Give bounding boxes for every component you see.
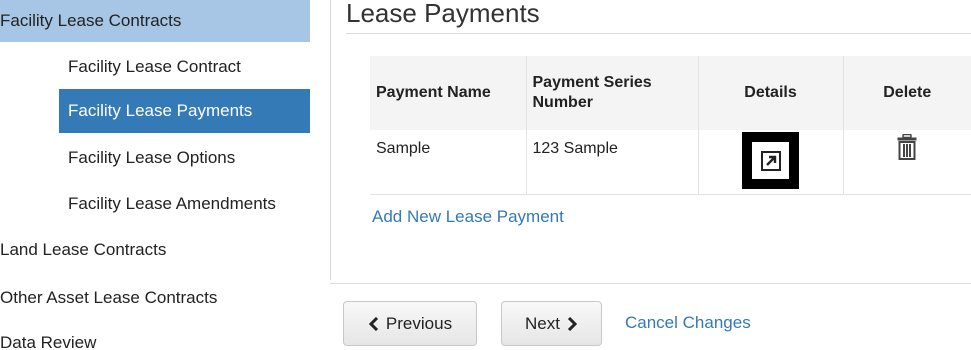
sidebar-nav: Facility Lease Contracts Facility Lease … xyxy=(0,0,320,350)
column-header-payment-series-number: Payment Series Number xyxy=(526,56,699,130)
sidebar-item-facility-lease-contract[interactable]: Facility Lease Contract xyxy=(68,57,241,77)
sidebar-item-other-asset-lease-contracts[interactable]: Other Asset Lease Contracts xyxy=(0,288,217,308)
page-title: Lease Payments xyxy=(346,0,540,28)
trash-icon xyxy=(897,133,917,160)
sidebar-divider xyxy=(330,0,331,280)
next-button-label: Next xyxy=(525,313,560,333)
sidebar-item-data-review[interactable]: Data Review xyxy=(0,333,96,350)
sidebar-item-facility-lease-amendments[interactable]: Facility Lease Amendments xyxy=(68,194,276,214)
chevron-right-icon xyxy=(567,316,578,331)
delete-button[interactable] xyxy=(897,133,917,165)
sidebar-item-facility-lease-options[interactable]: Facility Lease Options xyxy=(68,148,235,168)
sidebar-item-land-lease-contracts[interactable]: Land Lease Contracts xyxy=(0,240,166,260)
next-button[interactable]: Next xyxy=(501,301,602,346)
external-link-icon xyxy=(752,142,789,179)
previous-button[interactable]: Previous xyxy=(343,301,477,346)
table-row: Sample 123 Sample xyxy=(370,130,971,195)
column-header-delete: Delete xyxy=(843,56,971,130)
cell-payment-series: 123 Sample xyxy=(526,130,699,195)
sidebar-item-facility-lease-payments[interactable]: Facility Lease Payments xyxy=(59,89,310,133)
cell-details xyxy=(698,130,844,195)
column-header-details: Details xyxy=(698,56,844,130)
chevron-left-icon xyxy=(368,316,378,331)
cell-delete xyxy=(843,130,971,195)
footer-divider xyxy=(330,283,971,284)
details-button[interactable] xyxy=(742,132,799,189)
column-header-payment-name: Payment Name xyxy=(370,56,527,130)
payments-table: Payment Name Payment Series Number Detai… xyxy=(370,56,971,195)
previous-button-label: Previous xyxy=(385,313,453,333)
sidebar-item-facility-lease-contracts[interactable]: Facility Lease Contracts xyxy=(0,0,310,42)
table-header-row: Payment Name Payment Series Number Detai… xyxy=(370,56,971,130)
cell-payment-name: Sample xyxy=(370,130,527,195)
add-new-lease-payment-link[interactable]: Add New Lease Payment xyxy=(372,207,564,227)
cancel-changes-link[interactable]: Cancel Changes xyxy=(625,313,751,333)
title-divider xyxy=(346,33,971,34)
